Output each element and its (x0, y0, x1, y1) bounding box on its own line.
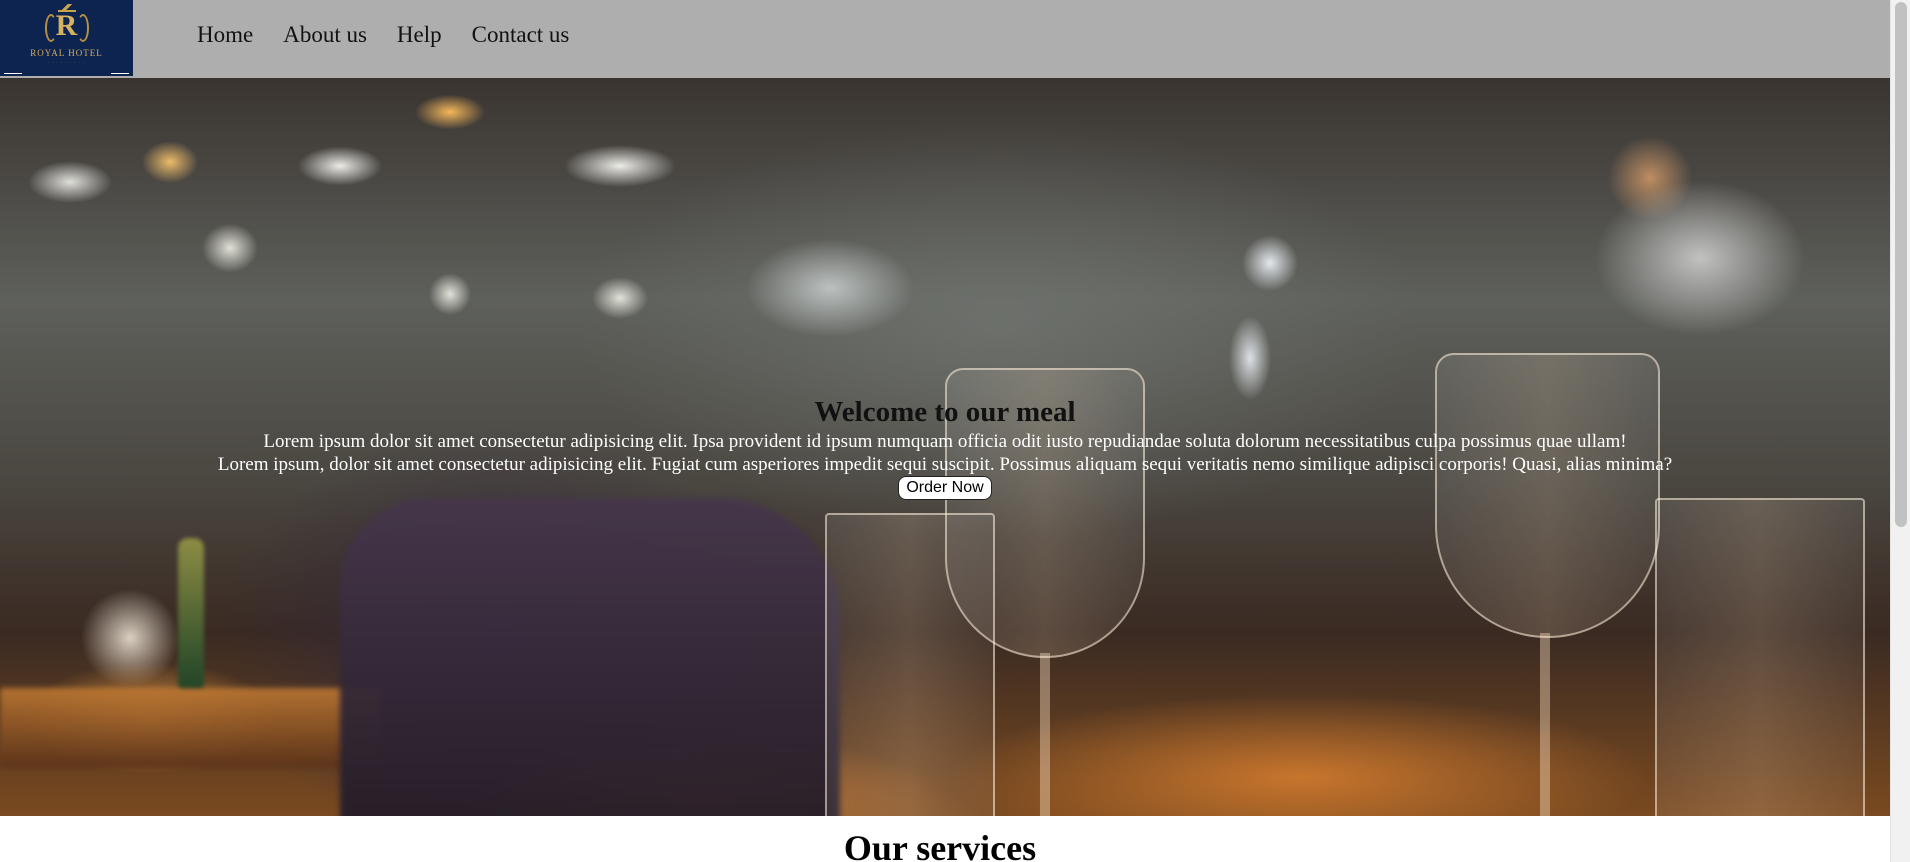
main-nav: Home About us Help Contact us (197, 0, 569, 70)
hero-banner: Welcome to our meal Lorem ipsum dolor si… (0, 78, 1890, 816)
order-now-button[interactable]: Order Now (898, 476, 992, 500)
hero-bg-bottle (178, 538, 204, 688)
nav-help-link[interactable]: Help (397, 22, 442, 48)
hero-bg-wine-glass-stem (1540, 633, 1550, 816)
logo-name: ROYAL HOTEL (30, 48, 103, 58)
royal-hotel-crest-icon: R (44, 4, 89, 46)
logo-tagline-line: · · · · · · · · · (47, 60, 86, 65)
hero-bg-tumbler-glass (1655, 498, 1865, 816)
hero-bg-table (0, 688, 380, 768)
hero-content: Welcome to our meal Lorem ipsum dolor si… (0, 394, 1890, 500)
services-heading: Our services (843, 828, 1037, 862)
navbar: R ROYAL HOTEL · · · · · · · · · Home Abo… (0, 0, 1890, 78)
scrollbar-thumb[interactable] (1895, 2, 1907, 527)
royal-hotel-logo[interactable]: R ROYAL HOTEL · · · · · · · · · (0, 0, 133, 76)
logo-letter: R (55, 9, 78, 42)
page: R ROYAL HOTEL · · · · · · · · · Home Abo… (0, 0, 1890, 862)
nav-contact-link[interactable]: Contact us (472, 22, 570, 48)
hero-bg-wine-glass-stem (1040, 653, 1050, 816)
page-scrollbar[interactable] (1890, 0, 1910, 862)
hero-bg-chair (340, 498, 840, 816)
nav-home-link[interactable]: Home (197, 22, 253, 48)
hero-title: Welcome to our meal (814, 396, 1076, 428)
hero-paragraph-line-1: Lorem ipsum dolor sit amet consectetur a… (263, 431, 1627, 452)
hero-paragraph-line-2: Lorem ipsum, dolor sit amet consectetur … (217, 454, 1673, 475)
nav-about-link[interactable]: About us (283, 22, 367, 48)
logo-footer-lines (0, 72, 133, 76)
